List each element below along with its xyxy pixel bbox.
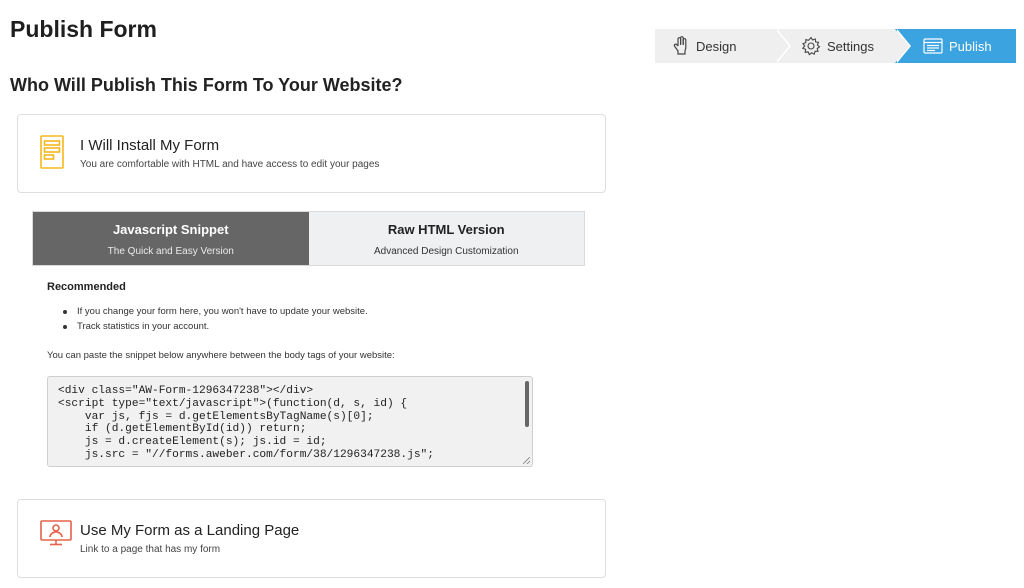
list-item: If you change your form here, you won't …	[63, 306, 368, 317]
paste-instructions: You can paste the snippet below anywhere…	[47, 350, 395, 361]
hand-pointer-icon	[672, 36, 690, 56]
tab-javascript-snippet[interactable]: Javascript Snippet The Quick and Easy Ve…	[33, 212, 309, 265]
snippet-code-textarea[interactable]: <div class="AW-Form-1296347238"></div> <…	[47, 376, 533, 467]
step-design[interactable]: Design	[655, 29, 791, 63]
option-landing-description: Link to a page that has my form	[80, 544, 221, 555]
form-document-icon	[40, 135, 64, 174]
step-design-label: Design	[696, 38, 737, 54]
step-publish-label: Publish	[949, 38, 992, 54]
publish-question-heading: Who Will Publish This Form To Your Websi…	[10, 75, 403, 95]
option-install-form[interactable]: I Will Install My Form You are comfortab…	[17, 114, 606, 193]
tab-javascript-subtitle: The Quick and Easy Version	[107, 246, 234, 257]
tab-raw-html[interactable]: Raw HTML Version Advanced Design Customi…	[308, 212, 584, 265]
wizard-stepper: Design Settings Publish	[655, 29, 1016, 63]
step-settings-label: Settings	[827, 38, 874, 54]
tab-raw-html-title: Raw HTML Version	[387, 222, 505, 237]
tab-raw-html-subtitle: Advanced Design Customization	[373, 246, 519, 257]
step-publish[interactable]: Publish	[895, 29, 1016, 63]
option-landing-title: Use My Form as a Landing Page	[80, 522, 300, 539]
step-settings[interactable]: Settings	[775, 29, 911, 63]
page-title: Publish Form	[10, 16, 157, 42]
browser-window-icon	[923, 38, 943, 54]
resize-handle-icon[interactable]	[523, 457, 530, 464]
gear-icon	[801, 36, 821, 56]
snippet-version-tabs: Javascript Snippet The Quick and Easy Ve…	[32, 211, 585, 266]
recommendation-list: If you change your form here, you won't …	[47, 304, 368, 334]
option-install-title: I Will Install My Form	[80, 137, 220, 154]
landing-page-user-icon	[40, 520, 72, 551]
tab-javascript-title: Javascript Snippet	[112, 222, 229, 237]
option-install-description: You are comfortable with HTML and have a…	[80, 159, 380, 170]
code-scrollbar[interactable]	[525, 381, 529, 427]
option-landing-page[interactable]: Use My Form as a Landing Page Link to a …	[17, 499, 606, 578]
list-item: Track statistics in your account.	[63, 319, 368, 334]
snippet-code[interactable]: <div class="AW-Form-1296347238"></div> <…	[48, 377, 532, 466]
recommended-label: Recommended	[47, 281, 126, 293]
